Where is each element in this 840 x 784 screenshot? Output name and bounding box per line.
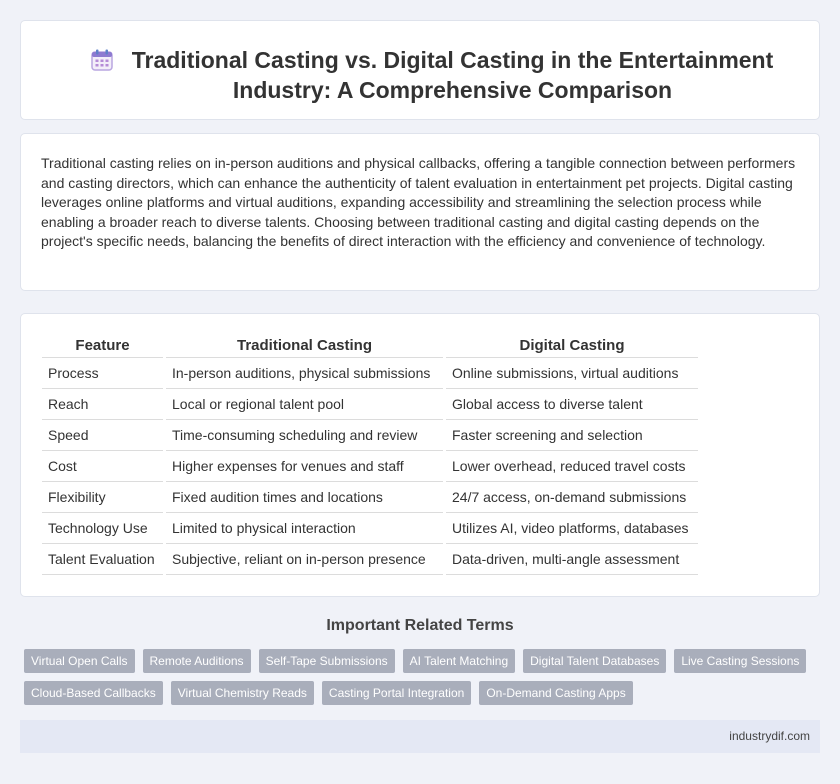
traditional-cell: Higher expenses for venues and staff <box>166 450 443 482</box>
term-tag[interactable]: Cloud-Based Callbacks <box>24 681 163 705</box>
intro-card: Traditional casting relies on in-person … <box>20 133 820 291</box>
feature-cell: Reach <box>42 388 163 420</box>
feature-cell: Cost <box>42 450 163 482</box>
page-title: Traditional Casting vs. Digital Casting … <box>131 47 774 103</box>
term-tag[interactable]: On-Demand Casting Apps <box>479 681 633 705</box>
digital-cell: Lower overhead, reduced travel costs <box>446 450 698 482</box>
digital-cell: Online submissions, virtual auditions <box>446 357 698 389</box>
table-header-row: Feature Traditional Casting Digital Cast… <box>42 332 698 358</box>
digital-cell: 24/7 access, on-demand submissions <box>446 481 698 513</box>
table-row: Speed Time-consuming scheduling and revi… <box>42 419 698 451</box>
traditional-cell: Local or regional talent pool <box>166 388 443 420</box>
term-tag[interactable]: Self-Tape Submissions <box>258 649 395 673</box>
traditional-cell: Time-consuming scheduling and review <box>166 419 443 451</box>
digital-cell: Faster screening and selection <box>446 419 698 451</box>
digital-cell: Global access to diverse talent <box>446 388 698 420</box>
term-tag[interactable]: Casting Portal Integration <box>321 681 472 705</box>
related-terms-heading: Important Related Terms <box>326 617 514 634</box>
term-tag[interactable]: Virtual Open Calls <box>24 649 135 673</box>
traditional-cell: In-person auditions, physical submission… <box>166 357 443 389</box>
header-feature: Feature <box>42 332 163 358</box>
table-row: Technology Use Limited to physical inter… <box>42 512 698 544</box>
feature-cell: Talent Evaluation <box>42 543 163 575</box>
traditional-cell: Fixed audition times and locations <box>166 481 443 513</box>
table-row: Reach Local or regional talent pool Glob… <box>42 388 698 420</box>
header-digital: Digital Casting <box>446 332 698 358</box>
traditional-cell: Limited to physical interaction <box>166 512 443 544</box>
header-traditional: Traditional Casting <box>166 332 443 358</box>
traditional-cell: Subjective, reliant on in-person presenc… <box>166 543 443 575</box>
term-tag[interactable]: Digital Talent Databases <box>523 649 667 673</box>
term-tag[interactable]: Virtual Chemistry Reads <box>170 681 314 705</box>
feature-cell: Technology Use <box>42 512 163 544</box>
term-tag[interactable]: Live Casting Sessions <box>674 649 807 673</box>
feature-cell: Process <box>42 357 163 389</box>
table-row: Cost Higher expenses for venues and staf… <box>42 450 698 482</box>
comparison-card: Feature Traditional Casting Digital Cast… <box>20 313 820 597</box>
table-row: Flexibility Fixed audition times and loc… <box>42 481 698 513</box>
calendar-icon <box>90 48 114 72</box>
digital-cell: Utilizes AI, video platforms, databases <box>446 512 698 544</box>
feature-cell: Flexibility <box>42 481 163 513</box>
intro-paragraph: Traditional casting relies on in-person … <box>41 155 796 250</box>
digital-cell: Data-driven, multi-angle assessment <box>446 543 698 575</box>
comparison-table: Feature Traditional Casting Digital Cast… <box>42 332 698 575</box>
term-tag[interactable]: Remote Auditions <box>142 649 251 673</box>
table-row: Process In-person auditions, physical su… <box>42 357 698 389</box>
table-row: Talent Evaluation Subjective, reliant on… <box>42 543 698 575</box>
title-card: Traditional Casting vs. Digital Casting … <box>20 20 820 120</box>
footer: industrydif.com <box>20 720 820 753</box>
term-tag[interactable]: AI Talent Matching <box>402 649 516 673</box>
footer-site-link[interactable]: industrydif.com <box>729 729 810 743</box>
feature-cell: Speed <box>42 419 163 451</box>
related-terms-list: Virtual Open Calls Remote Auditions Self… <box>24 649 824 713</box>
